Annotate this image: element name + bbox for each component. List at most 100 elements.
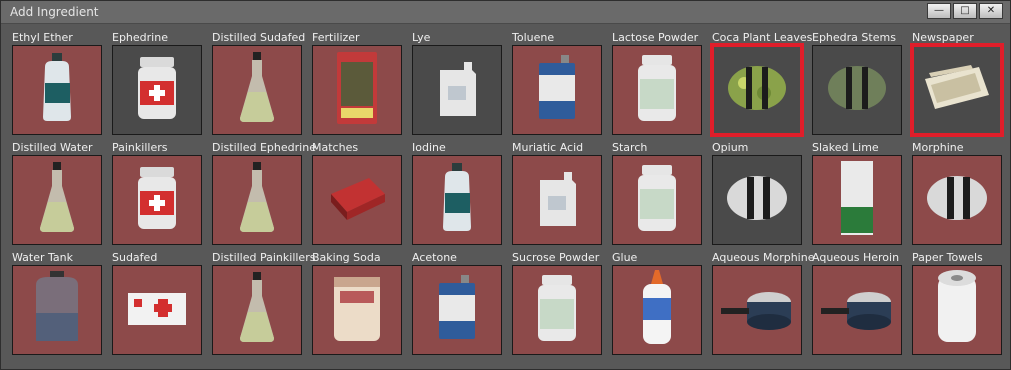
ingredient-tile[interactable] <box>712 265 802 355</box>
ingredient-tile[interactable] <box>412 155 502 245</box>
ingredient-item[interactable]: Water Tank <box>9 251 103 357</box>
tank-icon <box>30 271 84 349</box>
ingredient-item[interactable]: Sucrose Powder <box>509 251 603 357</box>
ingredient-label: Sudafed <box>112 251 158 264</box>
ingredient-tile[interactable] <box>312 155 402 245</box>
ingredient-item[interactable]: Iodine <box>409 141 503 247</box>
powder-jar-icon <box>634 53 680 127</box>
ingredient-label: Water Tank <box>12 251 73 264</box>
ingredient-tile[interactable] <box>912 155 1002 245</box>
stem-bundle-icon <box>826 63 888 117</box>
ingredient-item[interactable]: Starch <box>609 141 703 247</box>
ingredient-tile[interactable] <box>612 45 702 135</box>
ingredient-tile[interactable] <box>212 45 302 135</box>
baking-soda-icon <box>330 273 384 347</box>
title-bar[interactable]: Add Ingredient — □ ✕ <box>1 1 1010 24</box>
ingredient-item[interactable]: Distilled Water <box>9 141 103 247</box>
ingredient-item[interactable]: Acetone <box>409 251 503 357</box>
ingredient-label: Baking Soda <box>312 251 381 264</box>
ingredient-tile[interactable] <box>12 45 102 135</box>
ingredient-tile[interactable] <box>612 155 702 245</box>
ingredient-item[interactable]: Coca Plant Leaves <box>709 31 812 137</box>
ingredient-tile[interactable] <box>812 265 902 355</box>
jug-icon <box>534 168 580 232</box>
close-button[interactable]: ✕ <box>979 3 1003 19</box>
ingredient-item[interactable]: Matches <box>309 141 403 247</box>
ingredient-tile[interactable] <box>312 265 402 355</box>
ingredient-tile[interactable] <box>512 155 602 245</box>
ingredient-item[interactable]: Distilled Sudafed <box>209 31 305 137</box>
ingredient-item[interactable]: Morphine <box>909 141 1003 247</box>
ingredient-item[interactable]: Fertilizer <box>309 31 403 137</box>
jug-icon <box>434 58 480 122</box>
ingredient-tile[interactable] <box>612 265 702 355</box>
ingredient-item[interactable]: Newspaper <box>909 31 1004 137</box>
ingredient-item[interactable]: Distilled Painkillers <box>209 251 315 357</box>
ingredient-tile[interactable] <box>912 265 1002 355</box>
ingredient-tile[interactable] <box>710 43 804 137</box>
ingredient-item[interactable]: Opium <box>709 141 803 247</box>
flask-icon <box>236 52 278 128</box>
ingredient-tile[interactable] <box>412 265 502 355</box>
ingredient-tile[interactable] <box>312 45 402 135</box>
ingredient-tile[interactable] <box>212 155 302 245</box>
brick-icon <box>725 173 789 227</box>
ingredient-tile[interactable] <box>412 45 502 135</box>
ingredient-label: Aqueous Morphine <box>712 251 815 264</box>
ingredient-tile[interactable] <box>12 265 102 355</box>
add-ingredient-window: Add Ingredient — □ ✕ Ethyl Ether Ephedrin… <box>0 0 1011 370</box>
ingredient-item[interactable]: Baking Soda <box>309 251 403 357</box>
flask-icon <box>236 162 278 238</box>
ingredient-item[interactable]: Aqueous Heroin <box>809 251 903 357</box>
ingredient-label: Muriatic Acid <box>512 141 584 154</box>
fertilizer-bag-icon <box>334 50 380 130</box>
leaf-bundle-icon <box>726 63 788 117</box>
ingredient-tile[interactable] <box>910 43 1004 137</box>
ingredient-label: Sucrose Powder <box>512 251 600 264</box>
ingredient-label: Newspaper <box>912 31 974 44</box>
ingredient-tile[interactable] <box>712 155 802 245</box>
flask-icon <box>36 162 78 238</box>
can-icon <box>535 55 579 125</box>
ingredient-tile[interactable] <box>212 265 302 355</box>
ingredient-item[interactable]: Glue <box>609 251 703 357</box>
ingredient-tile[interactable] <box>812 155 902 245</box>
bottle-icon <box>37 53 77 127</box>
ingredient-item[interactable]: Lactose Powder <box>609 31 703 137</box>
ingredient-item[interactable]: Lye <box>409 31 503 137</box>
ingredient-label: Slaked Lime <box>812 141 879 154</box>
minimize-button[interactable]: — <box>927 3 951 19</box>
ingredient-tile[interactable] <box>812 45 902 135</box>
ingredient-label: Aqueous Heroin <box>812 251 900 264</box>
ingredient-label: Coca Plant Leaves <box>712 31 813 44</box>
newspaper-icon <box>921 61 993 119</box>
ingredient-item[interactable]: Aqueous Morphine <box>709 251 814 357</box>
ingredient-tile[interactable] <box>512 265 602 355</box>
ingredient-label: Distilled Ephedrine <box>212 141 316 154</box>
ingredient-tile[interactable] <box>112 155 202 245</box>
ingredient-label: Glue <box>612 251 638 264</box>
ingredient-item[interactable]: Ephedrine <box>109 31 203 137</box>
pan-icon <box>819 286 895 334</box>
ingredient-label: Starch <box>612 141 648 154</box>
ingredient-item[interactable]: Ethyl Ether <box>9 31 103 137</box>
ingredient-item[interactable]: Muriatic Acid <box>509 141 603 247</box>
ingredient-item[interactable]: Paper Towels <box>909 251 1003 357</box>
pill-box-icon <box>124 285 190 335</box>
ingredient-tile[interactable] <box>112 265 202 355</box>
maximize-button[interactable]: □ <box>953 3 977 19</box>
ingredient-tile[interactable] <box>512 45 602 135</box>
ingredient-item[interactable]: Toluene <box>509 31 603 137</box>
ingredient-label: Distilled Painkillers <box>212 251 316 264</box>
ingredient-item[interactable]: Distilled Ephedrine <box>209 141 316 247</box>
ingredient-item[interactable]: Slaked Lime <box>809 141 903 247</box>
ingredient-tile[interactable] <box>12 155 102 245</box>
ingredient-item[interactable]: Ephedra Stems <box>809 31 903 137</box>
ingredient-label: Ephedrine <box>112 31 168 44</box>
ingredient-item[interactable]: Sudafed <box>109 251 203 357</box>
lime-box-icon <box>837 159 877 241</box>
ingredient-label: Lye <box>412 31 431 44</box>
ingredient-label: Fertilizer <box>312 31 360 44</box>
ingredient-tile[interactable] <box>112 45 202 135</box>
ingredient-item[interactable]: Painkillers <box>109 141 203 247</box>
